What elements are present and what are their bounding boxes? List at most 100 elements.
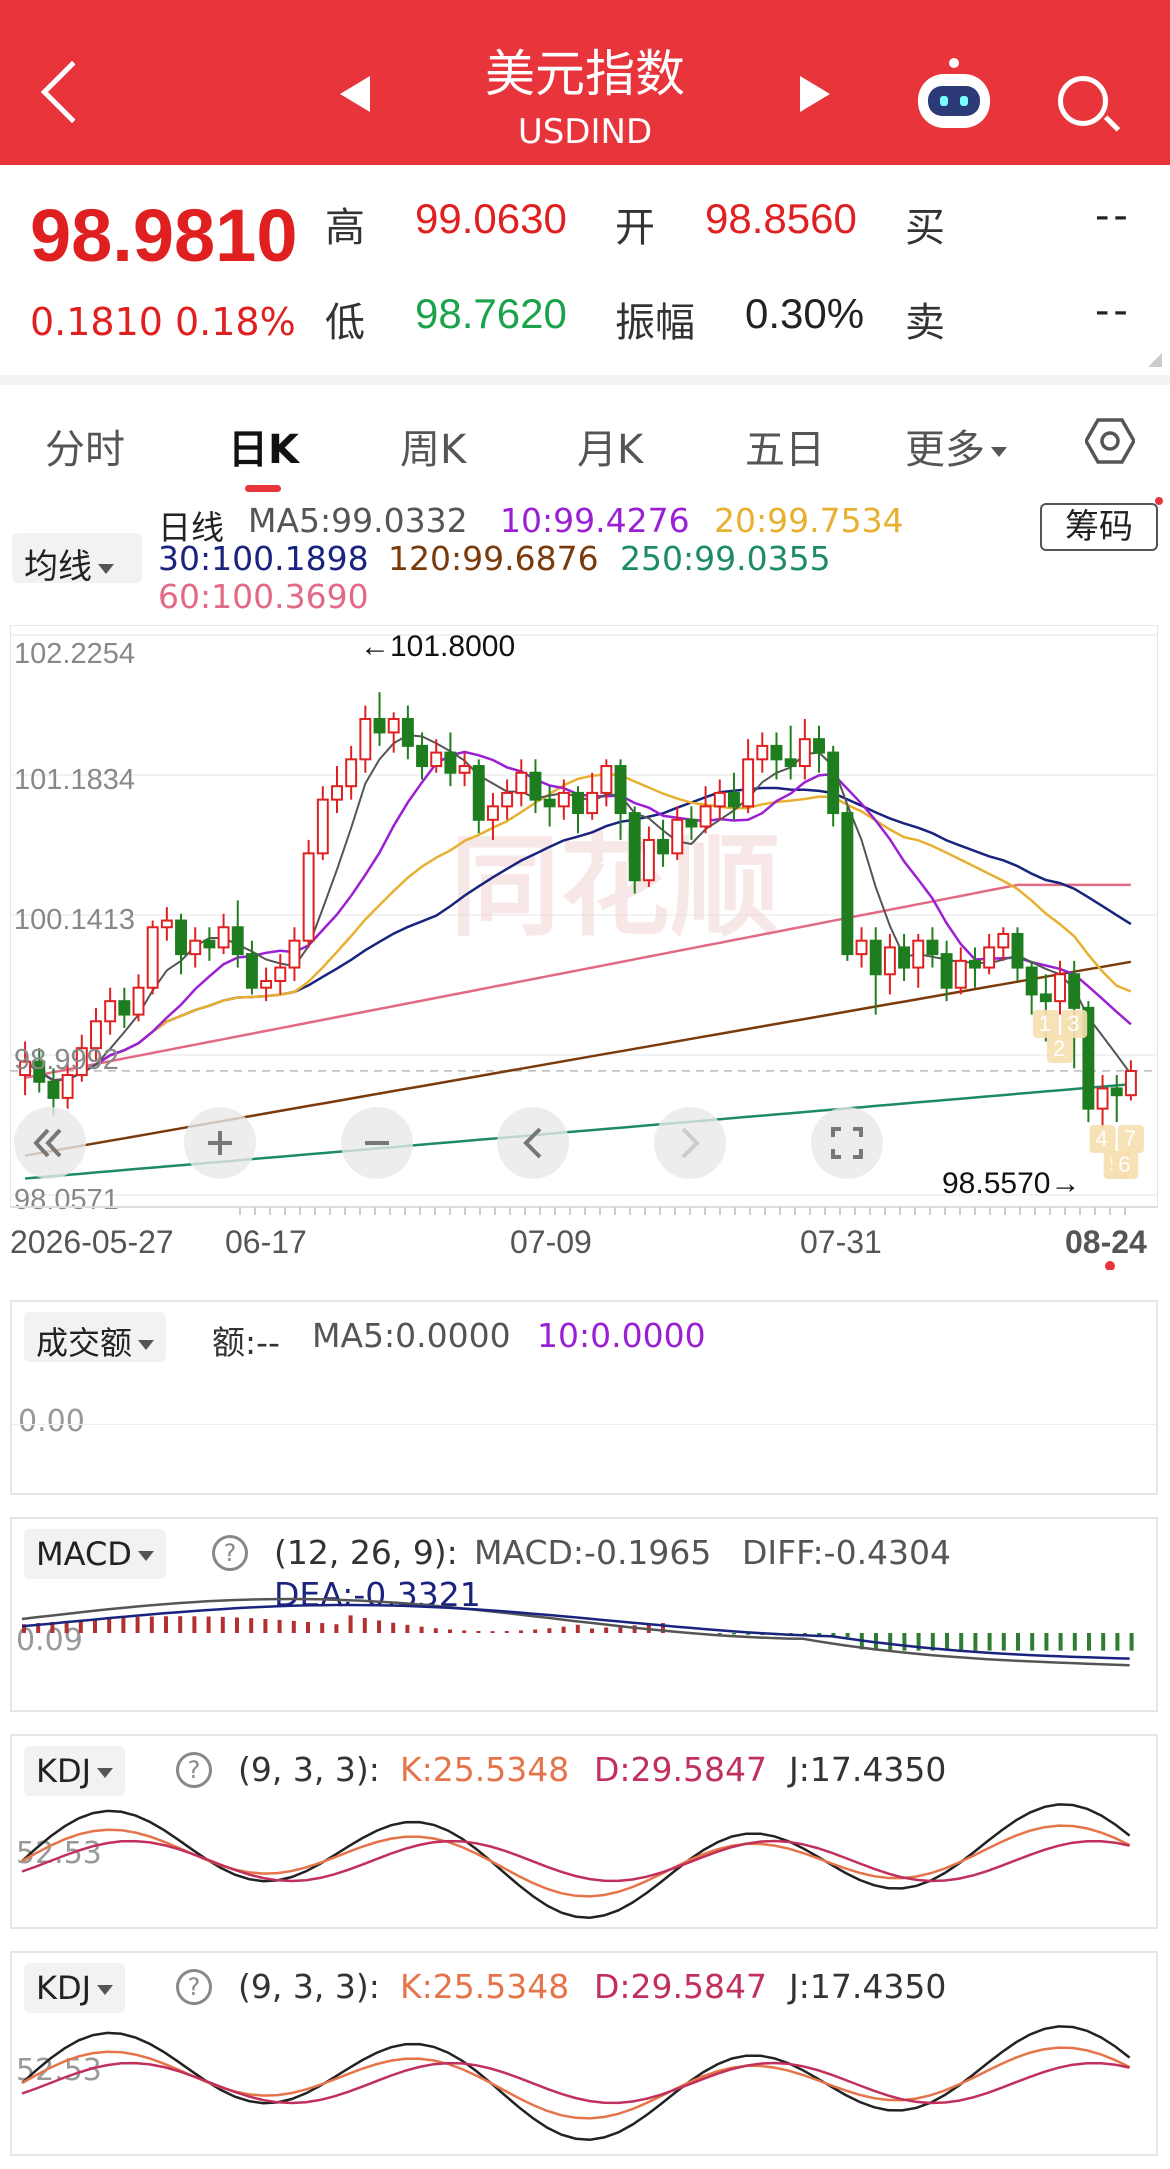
candle-body xyxy=(614,765,627,815)
candle-body xyxy=(104,1000,117,1023)
next-icon xyxy=(654,1107,726,1179)
macd-histogram-bar xyxy=(462,1630,467,1633)
candle-body xyxy=(869,939,882,976)
kdj-panel-2: KDJ ? (9, 3, 3): K:25.5348 D:29.5847 J:1… xyxy=(10,1951,1158,2156)
macd-histogram-bar xyxy=(391,1622,396,1633)
volume-axis-label: 0.00 xyxy=(18,1404,85,1439)
kdj-selector[interactable]: KDJ xyxy=(24,1746,126,1796)
macd-histogram-bar xyxy=(320,1623,325,1633)
x-axis-label: 08-24 xyxy=(1065,1224,1147,1260)
macd-histogram-bar xyxy=(1044,1633,1049,1651)
volume-panel: 成交额 额:-- MA5:0.0000 10:0.0000 0.00 xyxy=(10,1300,1158,1495)
kdj-params: (9, 3, 3): xyxy=(238,1967,380,2006)
y-axis-label: 100.1413 xyxy=(14,904,135,936)
macd-histogram-bar xyxy=(235,1617,239,1633)
candle-body xyxy=(1068,973,1081,1009)
candle-body xyxy=(699,805,712,828)
back-arrow-icon[interactable] xyxy=(40,60,104,124)
tab-daily-k[interactable]: 日K xyxy=(228,417,299,475)
kdj-selector[interactable]: KDJ xyxy=(24,1963,126,2013)
candle-body xyxy=(416,744,429,768)
k-value: K:25.5348 xyxy=(400,1750,570,1789)
macd-histogram-bar xyxy=(377,1620,381,1633)
chip-badge-label: 7 xyxy=(1124,1126,1136,1151)
search-icon[interactable] xyxy=(1058,76,1108,126)
macd-histogram-bar xyxy=(533,1629,538,1633)
robot-assistant-icon[interactable] xyxy=(918,58,990,128)
candle-body xyxy=(217,926,230,949)
macd-histogram-bar xyxy=(717,1633,722,1635)
settings-gear-icon[interactable] xyxy=(1085,418,1135,464)
next-instrument-icon[interactable] xyxy=(800,76,830,112)
grid-line xyxy=(12,1424,1156,1425)
macd-histogram-bar xyxy=(490,1631,495,1633)
previous-instrument-icon[interactable] xyxy=(340,76,370,112)
macd-histogram-bar xyxy=(93,1618,97,1633)
macd-histogram-bar xyxy=(1115,1633,1120,1651)
candle-body xyxy=(784,758,797,768)
candle-body xyxy=(430,751,443,768)
candle-body xyxy=(756,744,769,761)
y-axis-label: 102.2254 xyxy=(14,638,135,670)
buy-label: 买 xyxy=(905,205,945,251)
candle-body xyxy=(954,959,967,989)
ma10-value: 10:99.4276 xyxy=(500,501,690,540)
candle-body xyxy=(940,953,953,989)
sell-label: 卖 xyxy=(905,300,945,346)
previous-icon xyxy=(497,1107,569,1179)
macd-selector[interactable]: MACD xyxy=(24,1529,166,1579)
macd-histogram-bar xyxy=(1030,1633,1035,1651)
macd-histogram-bar xyxy=(220,1616,225,1633)
chip-distribution-button[interactable]: 筹码 xyxy=(1040,503,1158,551)
tab-five-day[interactable]: 五日 xyxy=(745,417,825,475)
candle-body xyxy=(515,771,528,794)
candle-body xyxy=(175,919,187,956)
ma-selector[interactable]: 均线 xyxy=(12,533,142,587)
help-icon[interactable]: ? xyxy=(212,1535,248,1571)
tab-more[interactable]: 更多 xyxy=(905,417,1007,475)
macd-histogram-bar xyxy=(547,1628,552,1633)
candle-body xyxy=(827,751,840,815)
candle-body xyxy=(898,946,911,969)
last-price: 98.9810 xyxy=(30,194,298,277)
candle-body xyxy=(146,926,159,989)
candle-body xyxy=(373,718,386,734)
candle-body xyxy=(529,771,542,801)
x-axis-label: 07-09 xyxy=(510,1224,592,1260)
kdj-panel-1: KDJ ? (9, 3, 3): K:25.5348 D:29.5847 J:1… xyxy=(10,1734,1158,1929)
volume-selector[interactable]: 成交额 xyxy=(24,1312,167,1362)
candle-body xyxy=(600,765,613,794)
help-icon[interactable]: ? xyxy=(176,1969,212,2005)
ma250-value: 250:99.0355 xyxy=(620,539,831,578)
candle-body xyxy=(557,791,570,808)
candle-body xyxy=(231,926,244,956)
moving-average-legend: 均线 日线 MA5:99.0332 10:99.4276 20:99.7534 … xyxy=(0,495,1170,625)
diff-value: DIFF:-0.4304 xyxy=(742,1533,952,1572)
candlestick-chart[interactable]: 同花顺 102.2254 101.1834 100.1413 98.9992 98.05… xyxy=(10,625,1158,1270)
macd-histogram-bar xyxy=(362,1617,367,1633)
d-value: D:29.5847 xyxy=(594,1750,767,1789)
expand-corner-icon[interactable] xyxy=(1148,353,1162,367)
macd-histogram-bar xyxy=(1072,1633,1077,1651)
chevron-down-icon xyxy=(138,1340,155,1350)
watermark-logo: 同花顺 xyxy=(450,826,780,949)
tab-intraday[interactable]: 分时 xyxy=(45,417,125,475)
divider xyxy=(0,375,1170,385)
chevron-down-icon xyxy=(97,1985,114,1995)
tab-monthly-k[interactable]: 月K xyxy=(577,417,643,475)
buy-value: -- xyxy=(1095,193,1132,239)
macd-histogram-bar xyxy=(476,1630,481,1633)
candle-body xyxy=(671,818,684,855)
k-line xyxy=(21,1824,1131,1898)
active-tab-indicator xyxy=(245,485,281,492)
tab-weekly-k[interactable]: 周K xyxy=(400,417,466,475)
candle-body xyxy=(657,838,670,855)
high-value: 99.0630 xyxy=(415,195,567,242)
candle-body xyxy=(47,1080,60,1099)
volume-ma10: 10:0.0000 xyxy=(537,1316,706,1355)
candle-body xyxy=(813,738,825,754)
candle-body xyxy=(912,939,925,969)
candle-body xyxy=(331,785,343,801)
help-icon[interactable]: ? xyxy=(176,1752,212,1788)
ma-selector-label: 均线 xyxy=(24,547,92,587)
